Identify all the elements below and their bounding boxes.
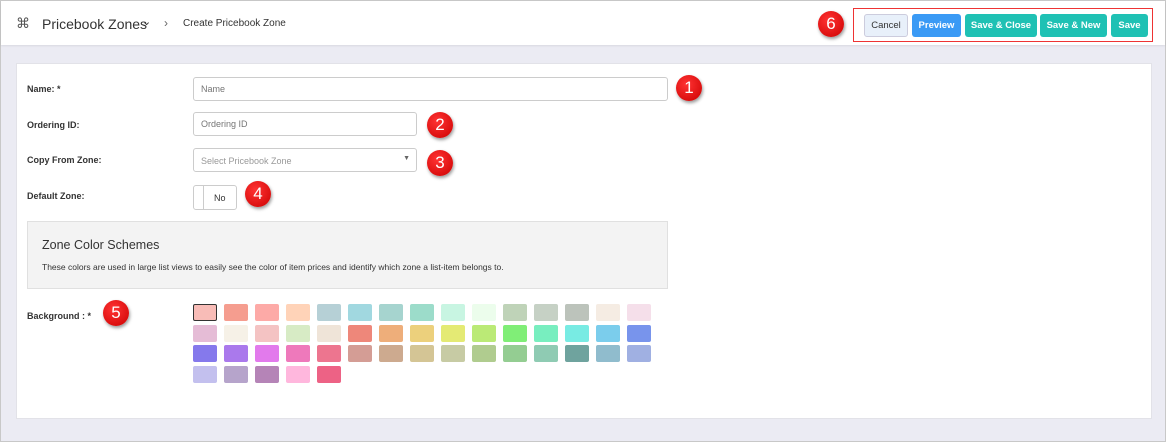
select-placeholder: Select Pricebook Zone bbox=[201, 156, 292, 166]
save-new-button[interactable]: Save & New bbox=[1040, 14, 1107, 37]
color-swatch[interactable] bbox=[193, 345, 217, 362]
color-swatch[interactable] bbox=[348, 324, 372, 342]
color-swatch[interactable] bbox=[472, 324, 496, 342]
scheme-title: Zone Color Schemes bbox=[42, 238, 160, 252]
annotation-badge-4: 4 bbox=[245, 181, 271, 207]
color-swatch[interactable] bbox=[410, 345, 434, 362]
page-title[interactable]: Pricebook Zones bbox=[42, 16, 147, 32]
color-swatch[interactable] bbox=[286, 345, 310, 362]
color-swatch[interactable] bbox=[503, 345, 527, 362]
color-swatch[interactable] bbox=[441, 304, 465, 321]
copy-from-zone-label: Copy From Zone: bbox=[27, 155, 102, 165]
ordering-id-input[interactable] bbox=[193, 112, 417, 136]
color-swatch[interactable] bbox=[534, 324, 558, 342]
name-label: Name: * bbox=[27, 84, 61, 94]
zone-color-schemes-panel: Zone Color Schemes These colors are used… bbox=[27, 221, 668, 289]
scheme-description: These colors are used in large list view… bbox=[42, 262, 504, 272]
name-input[interactable] bbox=[193, 77, 668, 101]
color-swatch[interactable] bbox=[534, 304, 558, 321]
color-swatch[interactable] bbox=[348, 304, 372, 321]
color-swatch[interactable] bbox=[410, 324, 434, 342]
toggle-value: No bbox=[214, 193, 226, 203]
color-swatch[interactable] bbox=[286, 365, 310, 383]
cancel-button[interactable]: Cancel bbox=[864, 14, 908, 37]
color-swatch[interactable] bbox=[317, 365, 341, 383]
color-swatch[interactable] bbox=[596, 304, 620, 321]
dropdown-arrow-icon: ▼ bbox=[403, 155, 410, 162]
command-icon: ⌘ bbox=[16, 15, 30, 31]
default-zone-toggle[interactable]: No bbox=[193, 185, 237, 210]
ordering-id-label: Ordering ID: bbox=[27, 120, 80, 130]
color-swatch[interactable] bbox=[503, 324, 527, 342]
annotation-badge-6: 6 bbox=[818, 11, 844, 37]
color-swatch[interactable] bbox=[317, 324, 341, 342]
default-zone-label: Default Zone: bbox=[27, 191, 85, 201]
color-swatch[interactable] bbox=[472, 304, 496, 321]
annotation-badge-3: 3 bbox=[427, 150, 453, 176]
color-swatch[interactable] bbox=[627, 345, 651, 362]
color-swatch[interactable] bbox=[410, 304, 434, 321]
form-card: Name: * 1 Ordering ID: 2 Copy From Zone:… bbox=[16, 63, 1152, 419]
color-swatch[interactable] bbox=[441, 324, 465, 342]
color-swatch[interactable] bbox=[379, 304, 403, 321]
color-swatch[interactable] bbox=[627, 304, 651, 321]
color-swatch[interactable] bbox=[286, 324, 310, 342]
chevron-down-icon[interactable]: ⌄ bbox=[142, 15, 151, 28]
breadcrumb: Create Pricebook Zone bbox=[183, 18, 286, 29]
color-swatch[interactable] bbox=[565, 304, 589, 321]
save-close-button[interactable]: Save & Close bbox=[965, 14, 1037, 37]
color-swatch[interactable] bbox=[596, 324, 620, 342]
color-swatch[interactable] bbox=[441, 345, 465, 362]
color-swatch[interactable] bbox=[193, 304, 217, 321]
color-swatch[interactable] bbox=[255, 345, 279, 362]
color-swatch[interactable] bbox=[565, 324, 589, 342]
page-header: ⌘ Pricebook Zones ⌄ › Create Pricebook Z… bbox=[1, 1, 1165, 45]
color-swatch[interactable] bbox=[193, 365, 217, 383]
color-swatch[interactable] bbox=[565, 345, 589, 362]
color-swatch[interactable] bbox=[286, 304, 310, 321]
color-swatch[interactable] bbox=[472, 345, 496, 362]
color-swatch[interactable] bbox=[348, 345, 372, 362]
color-swatch[interactable] bbox=[224, 304, 248, 321]
annotation-badge-2: 2 bbox=[427, 112, 453, 138]
color-swatch[interactable] bbox=[503, 304, 527, 321]
color-swatch[interactable] bbox=[224, 365, 248, 383]
breadcrumb-separator-icon: › bbox=[164, 16, 168, 30]
annotation-badge-5: 5 bbox=[103, 300, 129, 326]
color-swatch[interactable] bbox=[224, 345, 248, 362]
color-swatch[interactable] bbox=[255, 365, 279, 383]
color-swatch[interactable] bbox=[193, 324, 217, 342]
background-label: Background : * bbox=[27, 311, 92, 321]
color-swatch[interactable] bbox=[379, 324, 403, 342]
action-toolbar: Cancel Preview Save & Close Save & New S… bbox=[853, 8, 1153, 42]
color-swatch[interactable] bbox=[627, 324, 651, 342]
color-swatch[interactable] bbox=[224, 324, 248, 342]
color-swatch[interactable] bbox=[596, 345, 620, 362]
color-swatch[interactable] bbox=[534, 345, 558, 362]
annotation-badge-1: 1 bbox=[676, 75, 702, 101]
color-swatch[interactable] bbox=[379, 345, 403, 362]
color-swatch[interactable] bbox=[255, 324, 279, 342]
color-swatch[interactable] bbox=[317, 345, 341, 362]
copy-from-zone-select[interactable]: Select Pricebook Zone ▼ bbox=[193, 148, 417, 172]
preview-button[interactable]: Preview bbox=[912, 14, 961, 37]
save-button[interactable]: Save bbox=[1111, 14, 1148, 37]
color-swatch[interactable] bbox=[317, 304, 341, 321]
color-swatch[interactable] bbox=[255, 304, 279, 321]
